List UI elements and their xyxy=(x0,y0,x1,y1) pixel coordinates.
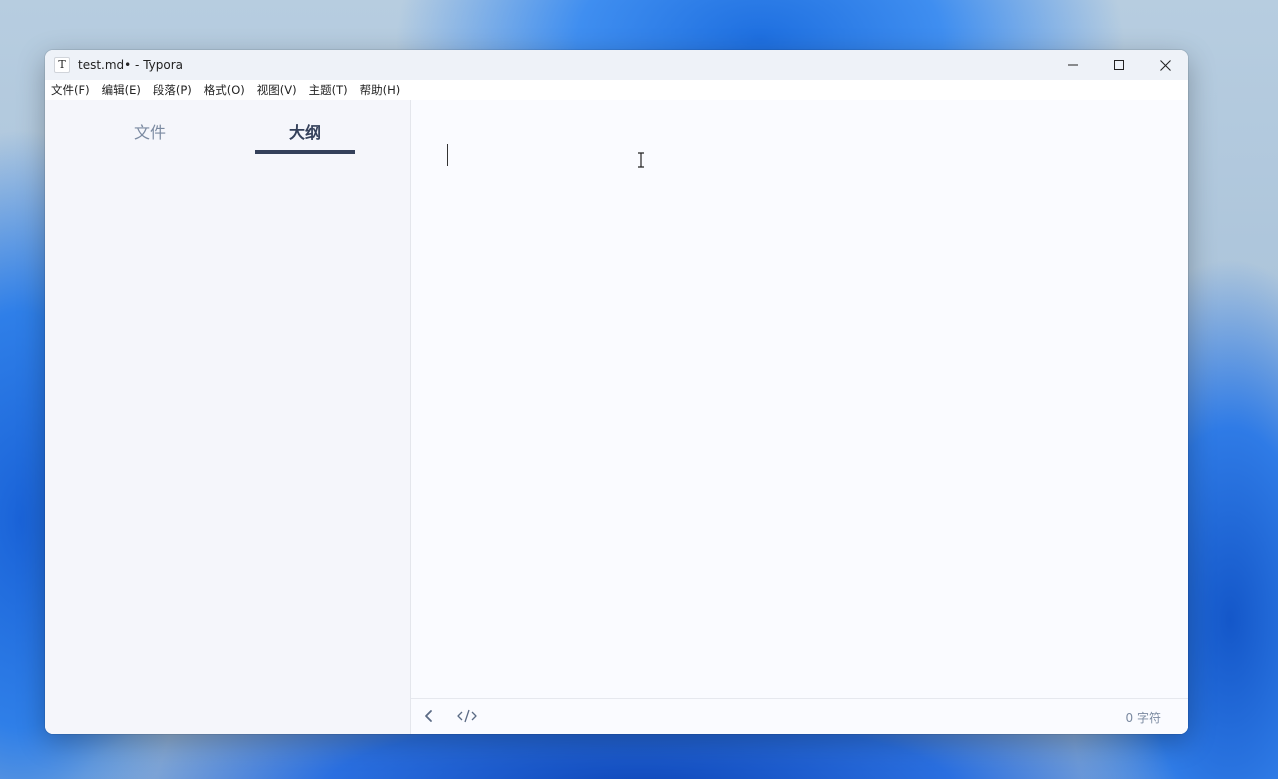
typora-window: T test.md• - Typora 文件(F) 编辑(E) 段落(P) 格式… xyxy=(45,50,1188,734)
window-controls xyxy=(1050,50,1188,80)
typora-app-icon: T xyxy=(54,57,70,73)
tab-outline[interactable]: 大纲 xyxy=(255,119,355,143)
close-button[interactable] xyxy=(1142,50,1188,80)
window-title: test.md• - Typora xyxy=(78,58,184,72)
maximize-button[interactable] xyxy=(1096,50,1142,80)
minimize-button[interactable] xyxy=(1050,50,1096,80)
menu-help[interactable]: 帮助(H) xyxy=(360,82,401,98)
tab-files[interactable]: 文件 xyxy=(100,119,200,143)
outline-panel xyxy=(45,160,410,734)
menu-bar: 文件(F) 编辑(E) 段落(P) 格式(O) 视图(V) 主题(T) 帮助(H… xyxy=(45,80,1188,100)
word-count[interactable]: 0 字符 xyxy=(1126,709,1161,726)
status-bar: 0 字符 xyxy=(411,698,1188,734)
active-tab-indicator xyxy=(255,150,355,154)
editor-area[interactable]: 0 字符 xyxy=(411,100,1188,734)
menu-paragraph[interactable]: 段落(P) xyxy=(153,82,192,98)
menu-view[interactable]: 视图(V) xyxy=(257,82,297,98)
menu-format[interactable]: 格式(O) xyxy=(204,82,245,98)
minimize-icon xyxy=(1068,64,1078,66)
text-caret xyxy=(447,144,448,166)
main-content: 文件 大纲 0 字符 xyxy=(45,100,1188,734)
menu-file[interactable]: 文件(F) xyxy=(51,82,90,98)
menu-edit[interactable]: 编辑(E) xyxy=(102,82,141,98)
toggle-sidebar-button[interactable] xyxy=(424,708,434,727)
document-content[interactable] xyxy=(447,144,1152,166)
code-icon xyxy=(457,709,477,723)
menu-theme[interactable]: 主题(T) xyxy=(309,82,348,98)
source-code-mode-button[interactable] xyxy=(457,708,477,727)
ibeam-cursor-icon xyxy=(638,152,644,168)
title-bar[interactable]: T test.md• - Typora xyxy=(45,50,1188,80)
chevron-left-icon xyxy=(425,710,432,722)
sidebar: 文件 大纲 xyxy=(45,100,411,734)
close-icon xyxy=(1159,59,1171,71)
maximize-icon xyxy=(1114,60,1124,70)
